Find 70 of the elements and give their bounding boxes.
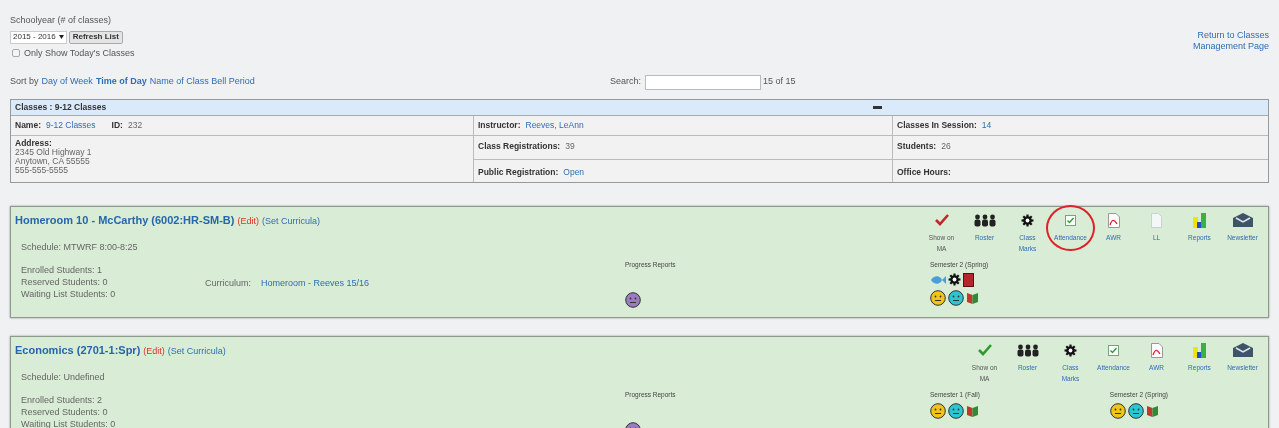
id-value: 232: [127, 119, 143, 132]
refresh-list-button[interactable]: Refresh List: [68, 30, 123, 44]
address-line: 2345 Old Highway 1: [15, 148, 93, 157]
class-title-link[interactable]: Economics (2701-1:Spr): [15, 342, 141, 359]
name-link[interactable]: 9-12 Classes: [46, 119, 96, 132]
class-registrations-label: Class Registrations:: [478, 140, 561, 153]
enrollment-text: Reserved Students: 0: [21, 406, 109, 418]
curriculum-label: Curriculum:: [205, 277, 251, 290]
edit-link[interactable]: (Edit): [237, 215, 259, 229]
edit-link[interactable]: (Edit): [143, 345, 165, 359]
search-field[interactable]: [645, 74, 762, 90]
bar-chart-icon: [1193, 342, 1206, 358]
book-icon: [1145, 403, 1159, 418]
bar-chart-icon: [1193, 212, 1206, 228]
enrollment-text: Enrolled Students: 1: [21, 264, 104, 276]
classes-in-session-label: Classes In Session:: [897, 119, 977, 132]
search-label: Search:: [610, 75, 642, 89]
pdf-file-icon: [1150, 342, 1163, 358]
gear-icon: [1064, 343, 1077, 357]
enrollment-text: Enrolled Students: 2: [21, 394, 104, 406]
book-icon: [963, 272, 974, 287]
envelope-icon: [1232, 343, 1253, 357]
public-registration-link[interactable]: Open: [563, 166, 585, 179]
enrollment-text: Waiting List Students: 0: [21, 288, 117, 300]
return-link[interactable]: Return to Classes Management Page: [1169, 30, 1269, 60]
book-icon: [966, 290, 979, 305]
year-select[interactable]: 2015 - 2016: [10, 30, 67, 44]
result-count: 15 of 15: [763, 75, 796, 89]
caret-icon: [58, 35, 64, 39]
name-label: Name:: [15, 119, 41, 132]
envelope-icon: [1232, 213, 1253, 227]
schedule-text: Schedule: MTWRF 8:00-8:25: [20, 240, 139, 254]
today-only-checkbox[interactable]: [12, 49, 20, 58]
students-value: 26: [941, 140, 951, 153]
schoolyear-label: Schoolyear (# of classes): [10, 14, 113, 27]
collapse-icon[interactable]: [873, 106, 882, 109]
checkbox-icon: [1065, 214, 1076, 226]
class-title-link[interactable]: Homeroom 10 - McCarthy (6002:HR-SM-B): [15, 212, 235, 229]
public-registration-label: Public Registration:: [478, 166, 559, 179]
office-hours-label: Office Hours:: [897, 166, 951, 179]
pdf-file-icon: [1107, 212, 1120, 228]
sort-option-link[interactable]: Day of Week: [41, 75, 93, 89]
classes-in-session-link[interactable]: 14: [981, 119, 992, 132]
enrollment-text: Reserved Students: 0: [21, 276, 109, 288]
book-icon: [966, 403, 979, 418]
address-label: Address:: [15, 139, 53, 148]
sort-option-link[interactable]: Time of Day: [95, 75, 147, 89]
class-registrations-value: 39: [565, 140, 575, 153]
address-line: Anytown, CA 55555: [15, 157, 91, 166]
enrollment-text: Waiting List Students: 0: [21, 418, 117, 428]
people-icon: [1016, 343, 1039, 357]
sort-label: Sort by: [10, 75, 39, 89]
set-curricula-link[interactable]: (Set Curricula): [167, 345, 226, 359]
students-label: Students:: [897, 140, 937, 153]
sort-option-link[interactable]: Name of Class Bell Period: [149, 75, 255, 89]
instructor-label: Instructor:: [478, 119, 521, 132]
address-line: 555-555-5555: [15, 166, 69, 175]
fish-icon: [930, 273, 946, 286]
people-icon: [973, 213, 996, 227]
checkbox-icon: [1108, 344, 1119, 356]
gear-icon: [948, 273, 961, 287]
id-label: ID:: [111, 119, 123, 132]
schedule-text: Schedule: Undefined: [20, 370, 106, 384]
file-icon: [1151, 212, 1162, 228]
today-only-label: Only Show Today's Classes: [24, 46, 135, 60]
set-curricula-link[interactable]: (Set Curricula): [261, 215, 320, 229]
curriculum-link[interactable]: Homeroom - Reeves 15/16: [261, 277, 370, 308]
instructor-link[interactable]: Reeves, LeAnn: [525, 119, 584, 132]
gear-icon: [1021, 213, 1034, 227]
group-title: Classes : 9-12 Classes: [15, 101, 108, 114]
